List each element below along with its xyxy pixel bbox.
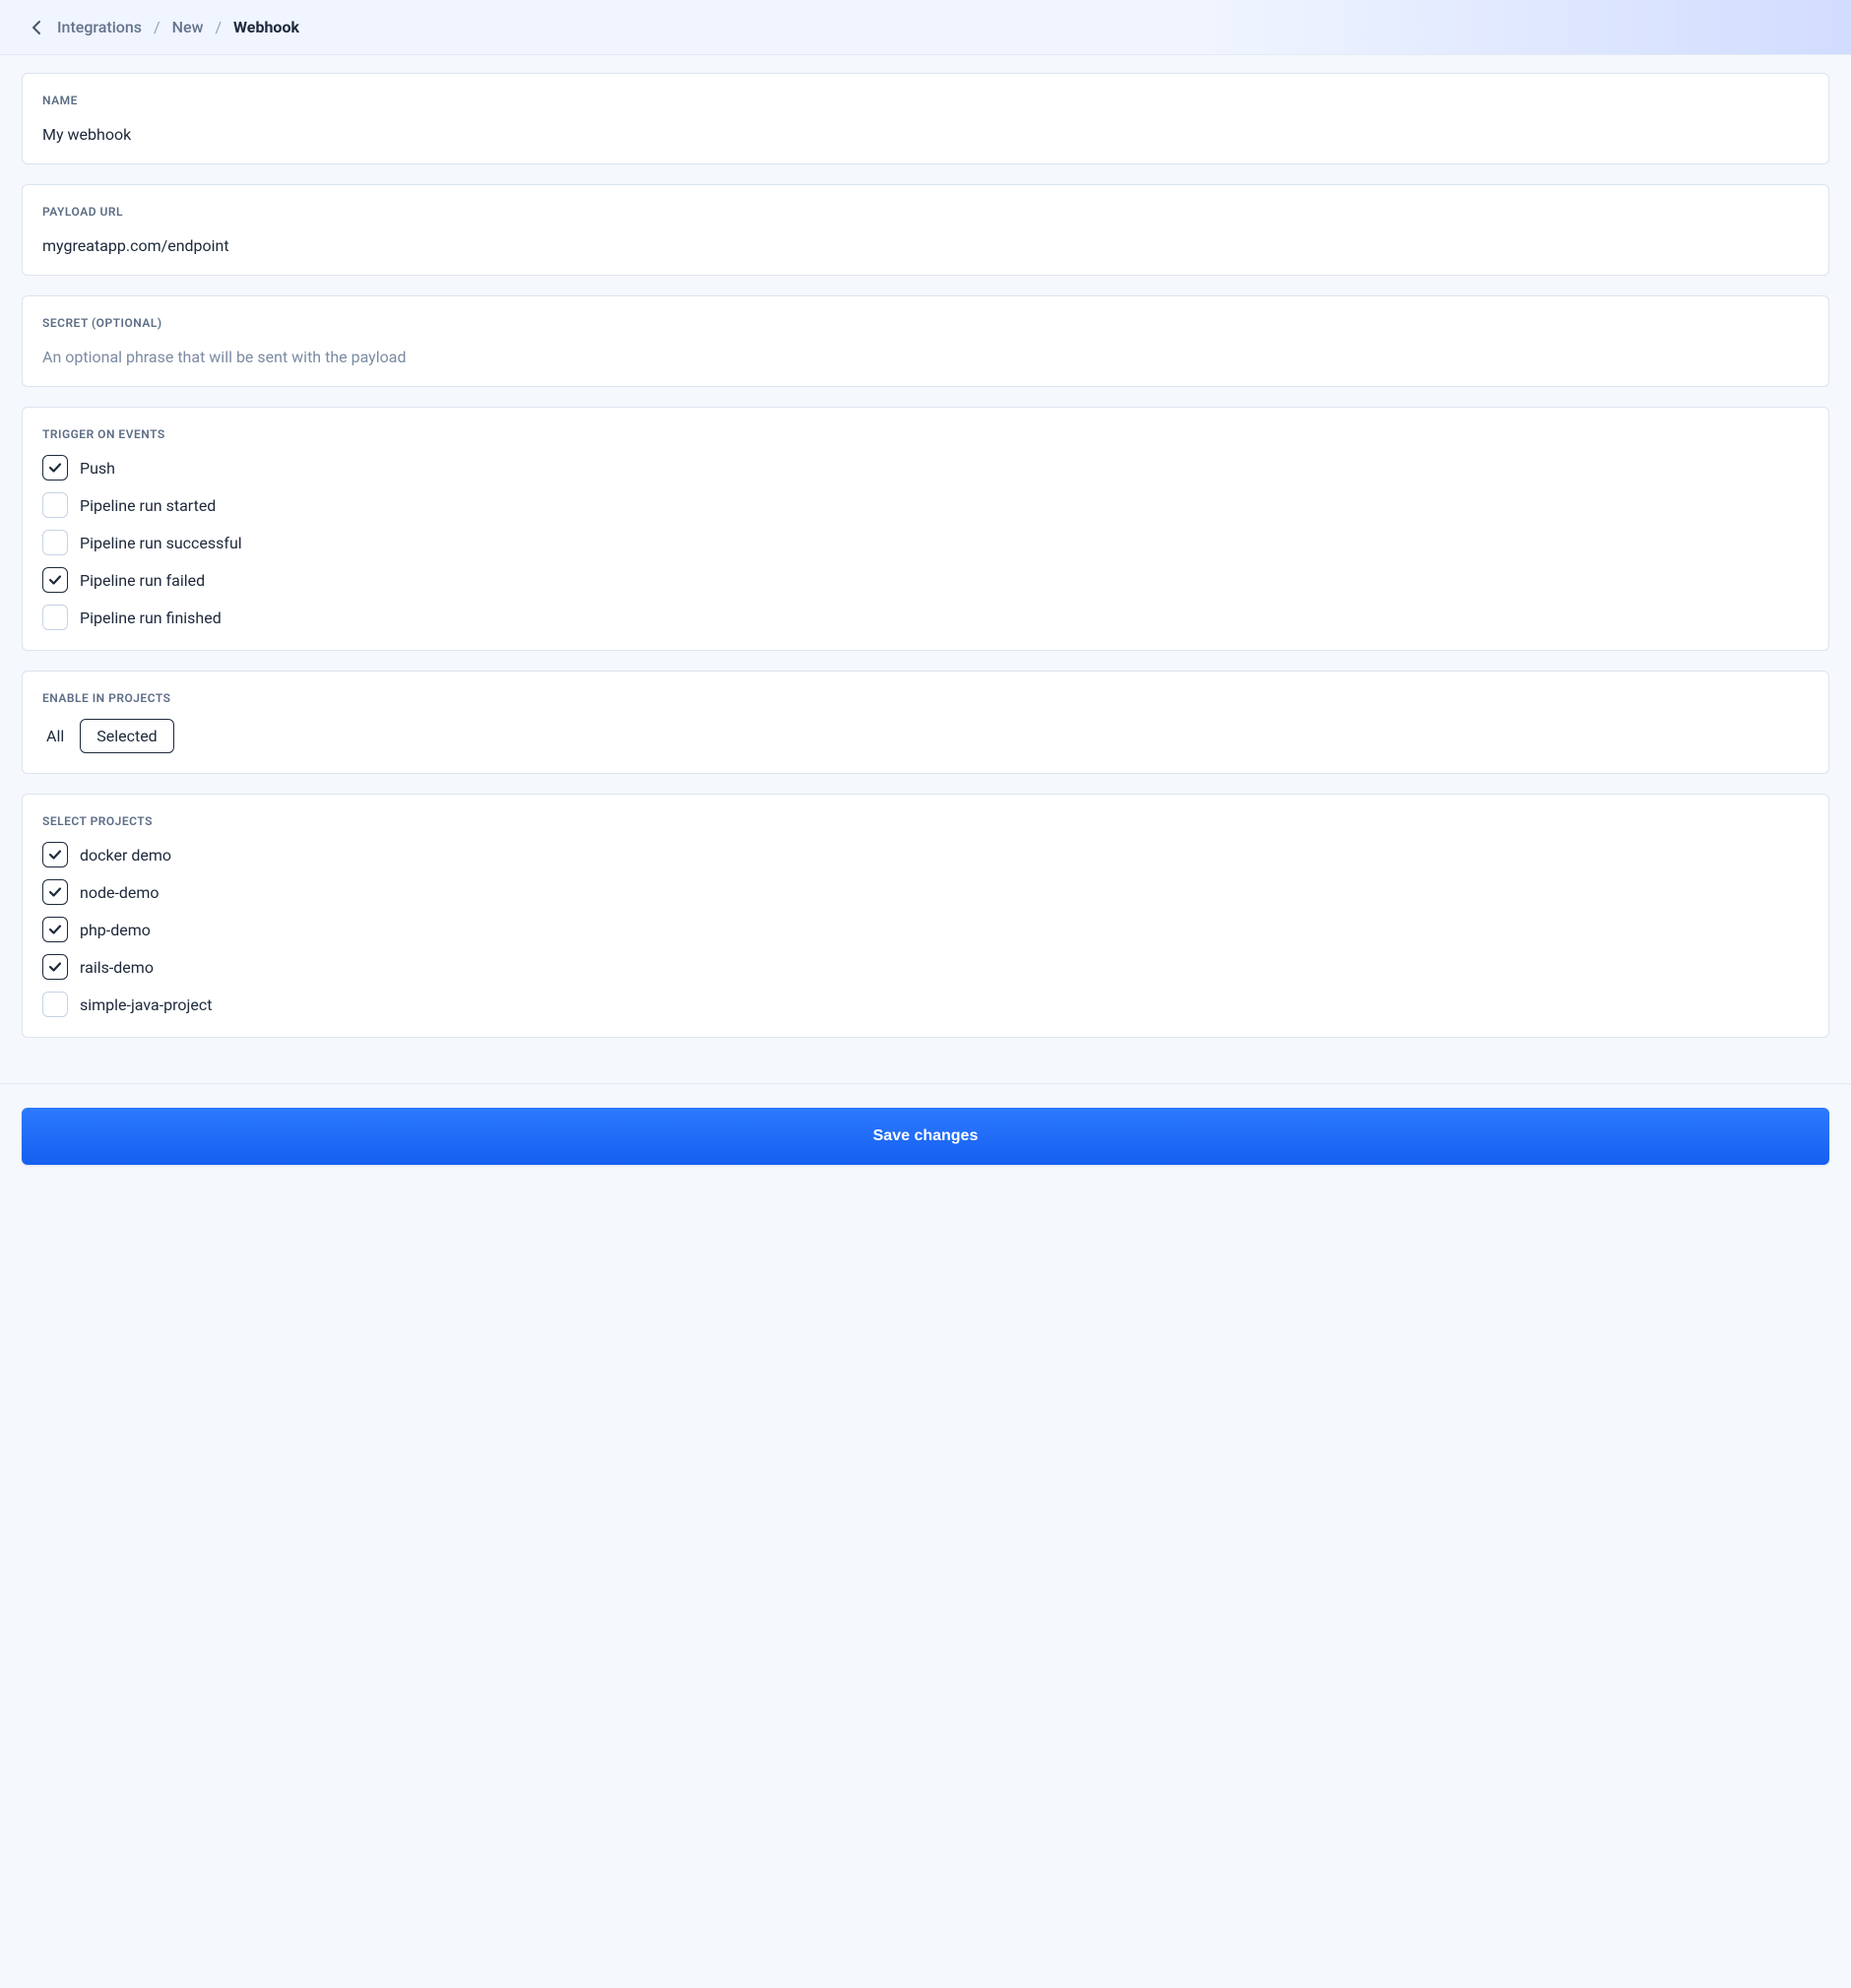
- trigger-event-label: Pipeline run started: [80, 496, 216, 515]
- project-checkbox[interactable]: [42, 954, 68, 980]
- select-projects-list: docker demo node-demo php-demo rails-demo si…: [42, 842, 1809, 1017]
- trigger-event-row: Pipeline run successful: [42, 530, 1809, 555]
- secret-input[interactable]: [42, 348, 1809, 366]
- payload-url-input[interactable]: [42, 236, 1809, 255]
- project-label: rails-demo: [80, 958, 154, 977]
- select-projects-card: SELECT PROJECTS docker demo node-demo php-…: [22, 794, 1829, 1038]
- project-label: simple-java-project: [80, 995, 212, 1014]
- project-label: php-demo: [80, 921, 151, 939]
- main-content: NAME PAYLOAD URL SECRET (OPTIONAL) TRIGG…: [0, 55, 1851, 1075]
- trigger-event-checkbox[interactable]: [42, 530, 68, 555]
- trigger-event-label: Pipeline run failed: [80, 571, 205, 590]
- breadcrumb-separator: /: [154, 18, 160, 36]
- project-label: node-demo: [80, 883, 160, 902]
- save-button[interactable]: Save changes: [22, 1108, 1829, 1165]
- trigger-event-row: Pipeline run started: [42, 492, 1809, 518]
- trigger-event-row: Pipeline run finished: [42, 605, 1809, 630]
- secret-card: SECRET (OPTIONAL): [22, 295, 1829, 387]
- trigger-event-checkbox[interactable]: [42, 605, 68, 630]
- trigger-event-checkbox[interactable]: [42, 492, 68, 518]
- page-header: Integrations / New / Webhook: [0, 0, 1851, 55]
- enable-projects-option-selected[interactable]: Selected: [80, 719, 173, 753]
- trigger-event-row: Pipeline run failed: [42, 567, 1809, 593]
- select-projects-label: SELECT PROJECTS: [42, 814, 1809, 828]
- name-card: NAME: [22, 73, 1829, 164]
- enable-in-projects-card: ENABLE IN PROJECTS All Selected: [22, 671, 1829, 774]
- trigger-events-label: TRIGGER ON EVENTS: [42, 427, 1809, 441]
- breadcrumb: Integrations / New / Webhook: [57, 18, 299, 36]
- project-checkbox[interactable]: [42, 842, 68, 867]
- project-row: simple-java-project: [42, 992, 1809, 1017]
- footer: Save changes: [0, 1083, 1851, 1188]
- trigger-events-list: Push Pipeline run started Pipeline run suc…: [42, 455, 1809, 630]
- project-checkbox[interactable]: [42, 879, 68, 905]
- trigger-event-label: Pipeline run successful: [80, 534, 242, 552]
- breadcrumb-new[interactable]: New: [172, 18, 204, 36]
- trigger-event-row: Push: [42, 455, 1809, 481]
- enable-projects-option-all[interactable]: All: [42, 719, 68, 753]
- trigger-event-label: Pipeline run finished: [80, 609, 222, 627]
- trigger-event-checkbox[interactable]: [42, 567, 68, 593]
- name-input[interactable]: [42, 125, 1809, 144]
- trigger-event-label: Push: [80, 459, 115, 478]
- breadcrumb-separator: /: [215, 18, 222, 36]
- payload-url-card: PAYLOAD URL: [22, 184, 1829, 276]
- trigger-events-card: TRIGGER ON EVENTS Push Pipeline run start…: [22, 407, 1829, 651]
- enable-in-projects-toggle: All Selected: [42, 719, 1809, 753]
- breadcrumb-webhook: Webhook: [233, 18, 299, 36]
- project-checkbox[interactable]: [42, 992, 68, 1017]
- back-icon[interactable]: [32, 20, 41, 35]
- enable-in-projects-label: ENABLE IN PROJECTS: [42, 691, 1809, 705]
- project-label: docker demo: [80, 846, 171, 865]
- payload-url-label: PAYLOAD URL: [42, 205, 1809, 219]
- project-row: node-demo: [42, 879, 1809, 905]
- secret-label: SECRET (OPTIONAL): [42, 316, 1809, 330]
- project-checkbox[interactable]: [42, 917, 68, 942]
- trigger-event-checkbox[interactable]: [42, 455, 68, 481]
- name-label: NAME: [42, 94, 1809, 107]
- project-row: rails-demo: [42, 954, 1809, 980]
- breadcrumb-integrations[interactable]: Integrations: [57, 18, 142, 36]
- project-row: php-demo: [42, 917, 1809, 942]
- project-row: docker demo: [42, 842, 1809, 867]
